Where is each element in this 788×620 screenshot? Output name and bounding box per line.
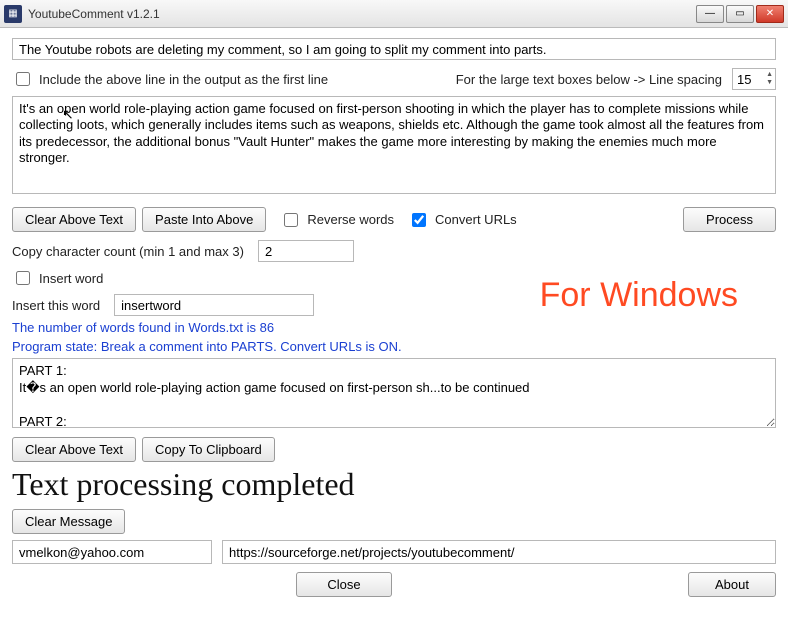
include-first-line-checkbox[interactable] [16,72,30,86]
copy-to-clipboard-button[interactable]: Copy To Clipboard [142,437,275,462]
top-comment-input[interactable] [12,38,776,60]
insert-word-checkbox[interactable] [16,271,30,285]
title-bar: ▦ YoutubeComment v1.2.1 — ▭ ✕ [0,0,788,28]
include-first-line-label: Include the above line in the output as … [39,72,328,87]
maximize-button[interactable]: ▭ [726,5,754,23]
minimize-button[interactable]: — [696,5,724,23]
words-found-status: The number of words found in Words.txt i… [12,320,776,335]
url-field[interactable] [222,540,776,564]
spinner-up-icon[interactable]: ▲ [766,71,773,79]
app-icon: ▦ [4,5,22,23]
line-spacing-value: 15 [733,72,766,87]
close-button[interactable]: Close [296,572,391,597]
for-windows-label: For Windows [540,276,738,315]
insert-word-checkbox-label: Insert word [39,271,103,286]
email-field[interactable] [12,540,212,564]
paste-into-above-button[interactable]: Paste Into Above [142,207,266,232]
convert-urls-checkbox[interactable] [412,213,426,227]
line-spacing-spinner[interactable]: 15 ▲▼ [732,68,776,90]
clear-above-text-button[interactable]: Clear Above Text [12,207,136,232]
completion-message: Text processing completed [12,466,776,503]
clear-output-text-button[interactable]: Clear Above Text [12,437,136,462]
reverse-words-checkbox[interactable] [284,213,298,227]
program-state-status: Program state: Break a comment into PART… [12,339,776,354]
insert-this-word-label: Insert this word [12,298,100,313]
convert-urls-label: Convert URLs [435,212,517,227]
line-spacing-label: For the large text boxes below -> Line s… [456,72,722,87]
spinner-down-icon[interactable]: ▼ [766,79,773,87]
main-text-input[interactable] [12,96,776,194]
close-window-button[interactable]: ✕ [756,5,784,23]
copy-char-count-input[interactable] [258,240,354,262]
insert-word-input[interactable] [114,294,314,316]
about-button[interactable]: About [688,572,776,597]
process-button[interactable]: Process [683,207,776,232]
output-text-area[interactable] [12,358,776,428]
copy-char-count-label: Copy character count (min 1 and max 3) [12,244,244,259]
reverse-words-label: Reverse words [307,212,394,227]
window-title: YoutubeComment v1.2.1 [28,7,160,21]
clear-message-button[interactable]: Clear Message [12,509,125,534]
